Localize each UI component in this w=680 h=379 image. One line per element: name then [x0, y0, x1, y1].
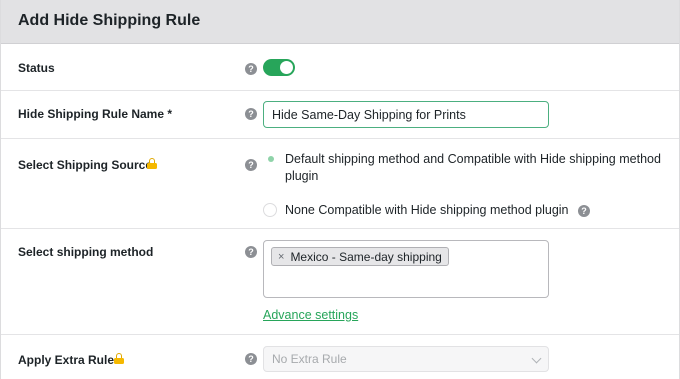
- status-help-icon[interactable]: ?: [245, 63, 257, 75]
- shipping-method-multiselect[interactable]: × Mexico - Same-day shipping: [263, 240, 549, 298]
- shipping-method-help-icon[interactable]: ?: [245, 246, 257, 258]
- radio-default-line1: Default shipping method and Compatible w…: [285, 152, 661, 166]
- shipping-method-label: Select shipping method: [18, 245, 154, 259]
- extra-rule-help-icon[interactable]: ?: [245, 353, 257, 365]
- shipping-source-help-icon[interactable]: ?: [245, 159, 257, 171]
- radio-none-compatible[interactable]: [263, 203, 277, 217]
- rule-name-help-icon[interactable]: ?: [245, 108, 257, 120]
- lock-icon: [147, 158, 157, 169]
- status-label: Status: [18, 61, 55, 75]
- radio-default-line2: plugin: [285, 169, 319, 183]
- radio-default-shipping[interactable]: [264, 152, 278, 166]
- tag-label: Mexico - Same-day shipping: [290, 249, 442, 264]
- extra-rule-label: Apply Extra Rule: [18, 353, 115, 367]
- selected-tag: × Mexico - Same-day shipping: [271, 247, 449, 266]
- advance-settings-link[interactable]: Advance settings: [263, 308, 358, 322]
- rule-name-label: Hide Shipping Rule Name *: [18, 107, 173, 121]
- extra-rule-selected: No Extra Rule: [272, 352, 347, 366]
- close-icon[interactable]: ×: [278, 251, 284, 263]
- status-toggle[interactable]: [263, 59, 295, 76]
- radio-default-shipping-label[interactable]: Default shipping method and Compatible w…: [285, 151, 675, 185]
- chevron-down-icon: [531, 353, 542, 364]
- lock-icon: [114, 353, 124, 364]
- add-hide-shipping-rule-panel: Add Hide Shipping Rule Status ? Hide Shi…: [0, 0, 680, 379]
- extra-rule-select: No Extra Rule: [263, 346, 549, 372]
- toggle-knob: [280, 61, 293, 74]
- rule-name-input[interactable]: [263, 101, 549, 128]
- none-compatible-help-icon[interactable]: ?: [578, 205, 590, 217]
- panel-header: Add Hide Shipping Rule: [1, 0, 679, 44]
- page-title: Add Hide Shipping Rule: [18, 12, 201, 29]
- shipping-source-label: Select Shipping Source: [18, 158, 153, 172]
- status-row: Status: [1, 45, 679, 91]
- radio-none-compatible-label[interactable]: None Compatible with Hide shipping metho…: [285, 202, 569, 219]
